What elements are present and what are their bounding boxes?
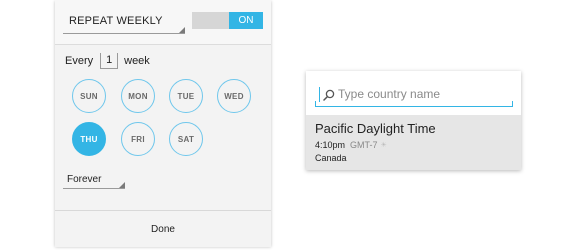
day-label: FRI — [131, 134, 145, 144]
timezone-search-box[interactable] — [315, 82, 513, 107]
timezone-detail-row: 4:10pm GMT-7 ☀ — [315, 140, 387, 150]
day-toggle-sat[interactable]: SAT — [169, 122, 203, 156]
every-label: Every — [65, 55, 94, 67]
dst-icon: ☀ — [380, 142, 387, 149]
repeat-toggle[interactable]: ON — [192, 12, 263, 29]
spinner-underline — [63, 33, 185, 34]
search-underline — [315, 106, 513, 107]
day-label: MON — [128, 91, 148, 101]
day-label: WED — [224, 91, 244, 101]
spinner-underline — [63, 188, 125, 189]
timezone-name: Pacific Daylight Time — [315, 121, 436, 136]
text-cursor — [319, 87, 320, 102]
done-label: Done — [151, 223, 175, 235]
interval-input[interactable]: 1 — [100, 53, 119, 69]
day-toggle-tue[interactable]: TUE — [169, 79, 203, 113]
day-toggle-thu[interactable]: THU — [72, 122, 106, 156]
interval-unit-label: week — [124, 55, 150, 67]
day-label: TUE — [177, 91, 195, 101]
interval-row: Every 1 week — [65, 50, 150, 72]
spinner-corner-icon — [179, 27, 185, 33]
day-toggle-sun[interactable]: SUN — [72, 79, 106, 113]
timezone-local-time: 4:10pm — [315, 140, 346, 150]
recurrence-picker-panel: REPEAT WEEKLY ON Every 1 week SUN MON TU… — [55, 0, 271, 247]
day-label: THU — [80, 134, 98, 144]
frequency-spinner-value: REPEAT WEEKLY — [69, 15, 163, 27]
timezone-gmt-offset: GMT-7 — [350, 140, 378, 150]
timezone-country: Canada — [315, 153, 347, 163]
end-condition-value: Forever — [67, 174, 102, 185]
timezone-search-input[interactable] — [338, 85, 508, 103]
toggle-on-label: ON — [229, 12, 263, 29]
day-toggle-fri[interactable]: FRI — [121, 122, 155, 156]
search-icon — [323, 89, 335, 101]
spinner-corner-icon — [119, 182, 125, 188]
end-condition-spinner[interactable]: Forever — [63, 172, 125, 189]
done-button[interactable]: Done — [55, 210, 271, 247]
timezone-picker-card: Pacific Daylight Time 4:10pm GMT-7 ☀ Can… — [306, 71, 521, 170]
frequency-spinner[interactable]: REPEAT WEEKLY — [63, 10, 185, 34]
timezone-list-item[interactable]: Pacific Daylight Time 4:10pm GMT-7 ☀ Can… — [306, 115, 521, 170]
day-toggle-mon[interactable]: MON — [121, 79, 155, 113]
search-underline-right-tick — [512, 101, 513, 107]
search-underline-left-tick — [315, 101, 316, 107]
day-label: SUN — [80, 91, 98, 101]
day-label: SAT — [177, 134, 195, 144]
day-toggle-wed[interactable]: WED — [217, 79, 251, 113]
recurrence-header: REPEAT WEEKLY ON — [55, 0, 271, 45]
